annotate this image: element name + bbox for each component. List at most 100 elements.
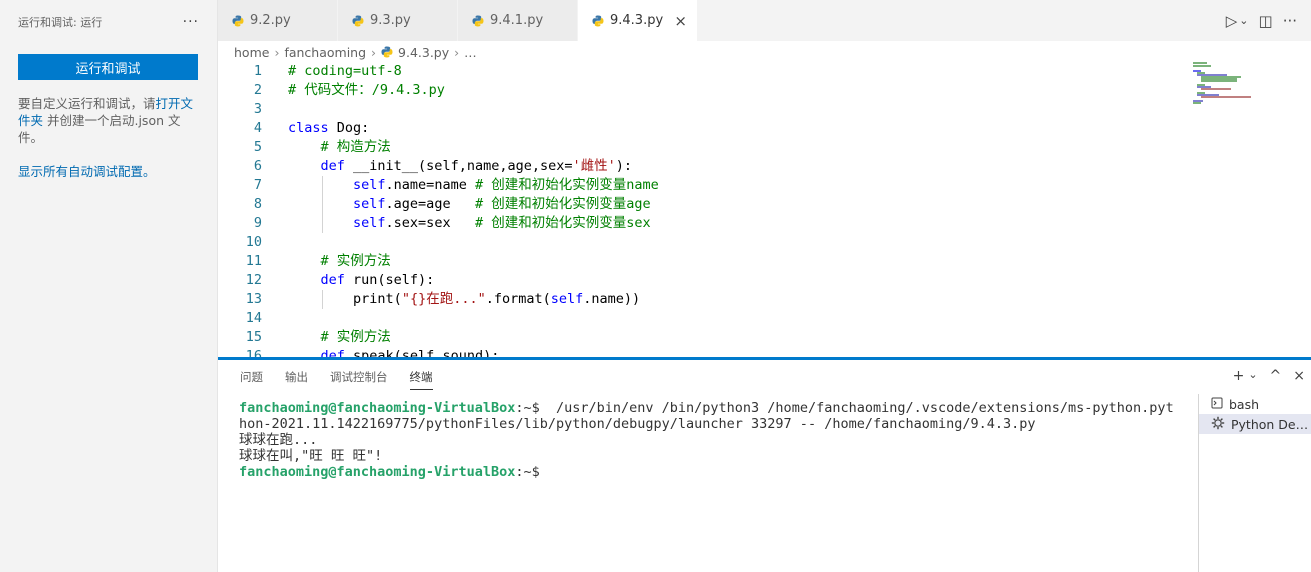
code-self: self (353, 215, 386, 231)
code-line: 8 self.age=age # 创建和初始化实例变量age (218, 195, 1311, 214)
sidebar-title: 运行和调试: 运行 (18, 16, 103, 29)
indent-guide (322, 195, 323, 214)
code-text: .name)) (583, 291, 641, 307)
tab-output[interactable]: 输出 (285, 365, 308, 389)
minimap-line (1201, 88, 1231, 90)
minimap[interactable] (1193, 62, 1303, 104)
code-keyword: def (320, 272, 345, 288)
tab-problems[interactable]: 问题 (240, 365, 263, 389)
tab-debug-console[interactable]: 调试控制台 (330, 365, 388, 389)
close-panel-icon[interactable]: × (1293, 368, 1305, 384)
code-line: 12 def run(self): (218, 271, 1311, 290)
code-line: 10 (218, 233, 1311, 252)
more-actions-icon[interactable]: ··· (183, 14, 199, 30)
terminal-item-bash[interactable]: bash (1199, 394, 1311, 414)
line-number: 7 (253, 177, 262, 193)
tab-terminal[interactable]: 终端 (409, 365, 433, 390)
minimap-line (1193, 62, 1207, 64)
code-text: __init__(self,name,age,sex= (344, 158, 573, 174)
breadcrumb-home[interactable]: home (234, 45, 269, 60)
code-comment: # coding=utf-8 (288, 63, 402, 79)
code-self: self (353, 196, 386, 212)
desc-prefix: 要自定义运行和调试，请 (18, 96, 156, 111)
code-line: 4 class Dog: (218, 119, 1311, 138)
line-number: 12 (245, 272, 262, 288)
tab-label: 9.4.1.py (490, 13, 544, 28)
tab-9-3[interactable]: 9.3.py (338, 0, 458, 41)
terminal-output[interactable]: fanchaoming@fanchaoming-VirtualBox:~$ /u… (239, 400, 1179, 480)
code-keyword: class (288, 120, 329, 136)
terminal-item-label: bash (1229, 396, 1260, 412)
minimap-line (1193, 102, 1201, 104)
code-editor[interactable]: 1 # coding=utf-8 2 # 代码文件：/9.4.3.py 3 4 cla… (218, 62, 1311, 357)
python-file-icon (592, 15, 604, 27)
code-line: 13 print("{}在跑...".format(self.name)) (218, 290, 1311, 309)
tab-label: 9.3.py (370, 13, 411, 28)
code-comment: # 代码文件：/9.4.3.py (288, 82, 445, 98)
code-text: run(self): (344, 272, 435, 288)
run-python-file-icon[interactable]: ▷ (1226, 12, 1238, 30)
close-icon[interactable]: × (674, 12, 687, 30)
chevron-down-icon[interactable]: ⌄ (1239, 14, 1248, 27)
breadcrumb: home › fanchaoming › 9.4.3.py › … (218, 41, 1311, 63)
python-file-icon (381, 46, 393, 58)
code-line: 14 (218, 309, 1311, 328)
tab-9-2[interactable]: 9.2.py (218, 0, 338, 41)
code-line: 9 self.sex=sex # 创建和初始化实例变量sex (218, 214, 1311, 233)
chevron-right-icon: › (371, 44, 377, 60)
code-comment: # 创建和初始化实例变量age (474, 196, 651, 212)
line-number: 13 (245, 291, 262, 307)
line-number: 3 (253, 101, 262, 117)
terminal-item-python-debug[interactable]: Python De… (1199, 414, 1311, 434)
terminal-path: :~$ (515, 400, 548, 416)
terminal-path: :~$ (515, 464, 548, 480)
code-comment: # 实例方法 (320, 329, 391, 345)
code-self: self (550, 291, 584, 307)
code-line: 16 def speak(self,sound): (218, 347, 1311, 357)
code-text: ): (615, 158, 633, 174)
maximize-panel-icon[interactable]: ^ (1270, 368, 1282, 384)
terminal-line: 球球在跑... (239, 432, 318, 448)
code-string: "{}在跑..." (401, 291, 486, 307)
code-text: .age=age (385, 196, 475, 212)
code-text: .format( (485, 291, 551, 307)
minimap-line (1201, 96, 1251, 98)
code-line: 5 # 构造方法 (218, 138, 1311, 157)
code-comment: # 创建和初始化实例变量sex (474, 215, 651, 231)
tab-9-4-1[interactable]: 9.4.1.py (458, 0, 578, 41)
code-keyword: def (320, 158, 345, 174)
more-actions-icon[interactable]: ··· (1283, 12, 1297, 30)
terminal-icon (1211, 397, 1223, 412)
tab-label: 9.4.3.py (610, 13, 664, 28)
line-number: 10 (245, 234, 262, 250)
tab-9-4-3[interactable]: 9.4.3.py × (578, 0, 698, 41)
new-terminal-icon[interactable]: + (1233, 368, 1245, 384)
indent-guide (322, 290, 323, 309)
breadcrumb-file[interactable]: 9.4.3.py (398, 45, 449, 60)
code-line: 7 self.name=name # 创建和初始化实例变量name (218, 176, 1311, 195)
terminal-item-label: Python De… (1231, 416, 1309, 432)
breadcrumb-folder[interactable]: fanchaoming (284, 45, 366, 60)
breadcrumb-symbol[interactable]: … (464, 45, 477, 60)
chevron-right-icon: › (274, 44, 280, 60)
code-line: 6 def __init__(self,name,age,sex='雌性'): (218, 157, 1311, 176)
terminal-line: fanchaoming@fanchaoming-VirtualBox:~$ /u… (239, 400, 1179, 432)
line-number: 5 (253, 139, 262, 155)
line-number: 1 (253, 63, 262, 79)
line-number: 14 (245, 310, 262, 326)
split-editor-icon[interactable]: ◫ (1259, 12, 1273, 30)
code-line: 2 # 代码文件：/9.4.3.py (218, 81, 1311, 100)
sidebar-header: 运行和调试: 运行 ··· (0, 0, 217, 44)
terminal-line: 球球在叫,"旺 旺 旺"! (239, 448, 383, 464)
minimap-line (1201, 80, 1237, 82)
chevron-down-icon[interactable]: ⌄ (1248, 368, 1257, 384)
tab-label: 9.2.py (250, 13, 291, 28)
minimap-line (1193, 65, 1211, 67)
run-and-debug-button[interactable]: 运行和调试 (18, 54, 198, 80)
show-all-debug-configs-link[interactable]: 显示所有自动调试配置。 (18, 161, 199, 180)
code-line: 3 (218, 100, 1311, 119)
indent-guide (322, 176, 323, 195)
gear-icon (1211, 416, 1225, 433)
line-number: 11 (245, 253, 262, 269)
code-string: '雌性' (572, 158, 616, 174)
